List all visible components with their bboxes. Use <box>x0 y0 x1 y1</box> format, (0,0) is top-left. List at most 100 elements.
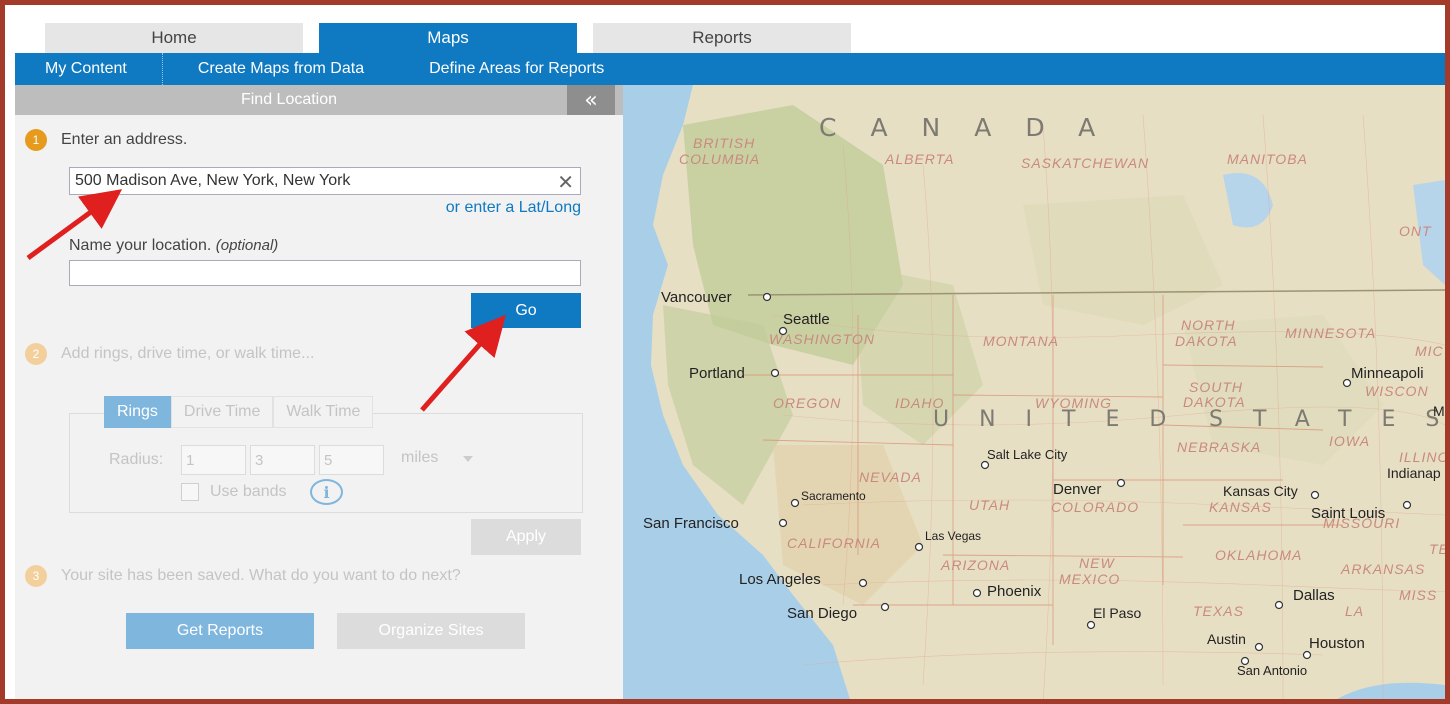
name-location-label-text: Name your location. <box>69 237 212 254</box>
region-label: SASKATCHEWAN <box>1021 155 1150 171</box>
tab-home[interactable]: Home <box>45 23 303 53</box>
radius-field-2[interactable]: 3 <box>250 445 315 475</box>
map-basemap <box>623 85 1445 699</box>
region-label: TE <box>1429 541 1445 557</box>
step-2-text: Add rings, drive time, or walk time... <box>61 345 315 362</box>
step-1-text: Enter an address. <box>61 131 188 148</box>
city-label-san-antonio: San Antonio <box>1237 663 1308 678</box>
tab-walk-time[interactable]: Walk Time <box>273 396 374 428</box>
city-label-kansas-city: Kansas City <box>1223 483 1298 499</box>
region-label: WYOMING <box>1035 395 1112 411</box>
city-label-phoenix: Phoenix <box>987 583 1042 600</box>
clear-icon[interactable]: ✕ <box>557 170 574 194</box>
create-maps-link[interactable]: Create Maps from Data <box>163 53 399 85</box>
tab-drive-time[interactable]: Drive Time <box>170 396 274 428</box>
city-label-dallas: Dallas <box>1293 587 1335 604</box>
region-label: CALIFORNIA <box>787 535 882 551</box>
find-location-panel: Find Location « 1 Enter an address. 500 … <box>15 85 623 699</box>
region-label: NEBRASKA <box>1177 439 1262 455</box>
name-location-label: Name your location. (optional) <box>69 237 278 255</box>
city-label-indianapolis: Indianap <box>1387 465 1441 481</box>
city-label: M <box>1433 403 1445 419</box>
screenshot-frame: Home Maps Reports My Content Create Maps… <box>0 0 1450 704</box>
units-select[interactable]: miles <box>401 449 438 467</box>
region-label: TEXAS <box>1193 603 1244 619</box>
use-bands-label: Use bands <box>210 483 287 500</box>
region-label: MEXICO <box>1059 571 1121 587</box>
get-reports-button[interactable]: Get Reports <box>126 613 314 649</box>
region-label: NEW <box>1079 555 1115 571</box>
city-label-saint-louis: Saint Louis <box>1311 505 1386 522</box>
organize-sites-button[interactable]: Organize Sites <box>337 613 525 649</box>
step-2-number: 2 <box>25 343 47 365</box>
region-label: COLUMBIA <box>679 151 761 167</box>
region-label: NORTH <box>1181 317 1236 333</box>
optional-label: (optional) <box>215 237 279 254</box>
city-label-san-diego: San Diego <box>787 605 858 622</box>
main-tabs: Home Maps Reports <box>45 23 851 53</box>
region-label: MIC <box>1415 343 1444 359</box>
location-name-input[interactable] <box>69 260 581 286</box>
map-view[interactable]: CANADA BRITISH COLUMBIA ALBERTA SASKATCH… <box>623 85 1445 699</box>
region-label: COLORADO <box>1051 499 1140 515</box>
ring-type-tabs: Rings Drive Time Walk Time <box>104 396 374 428</box>
double-chevron-left-icon: « <box>584 87 598 113</box>
my-content-link[interactable]: My Content <box>15 53 163 85</box>
use-bands-checkbox[interactable] <box>181 483 199 501</box>
region-label: MONTANA <box>983 333 1059 349</box>
chevron-down-icon[interactable] <box>463 456 473 462</box>
panel-header: Find Location « <box>15 85 623 115</box>
city-label-houston: Houston <box>1309 635 1365 652</box>
region-label: WISCON <box>1365 383 1429 399</box>
region-label: UTAH <box>969 497 1011 513</box>
info-icon[interactable]: i <box>310 479 343 505</box>
region-label: ARIZONA <box>941 557 1011 573</box>
region-label: ALBERTA <box>885 151 955 167</box>
address-input[interactable]: 500 Madison Ave, New York, New York ✕ <box>69 167 581 195</box>
city-label-sacramento: Sacramento <box>801 489 866 503</box>
city-label-seattle: Seattle <box>783 311 830 328</box>
tab-rings[interactable]: Rings <box>104 396 171 428</box>
region-label: IOWA <box>1329 433 1371 449</box>
apply-button[interactable]: Apply <box>471 519 581 555</box>
region-label: ILLINO <box>1399 449 1445 465</box>
city-label-vancouver: Vancouver <box>661 289 732 306</box>
region-label: MANITOBA <box>1227 151 1308 167</box>
city-label-austin: Austin <box>1207 631 1246 647</box>
step-3: 3 Your site has been saved. What do you … <box>25 565 461 587</box>
address-value: 500 Madison Ave, New York, New York <box>75 172 351 189</box>
lat-long-link[interactable]: or enter a Lat/Long <box>446 199 581 217</box>
step-1-number: 1 <box>25 129 47 151</box>
region-label: LA <box>1345 603 1365 619</box>
panel-title: Find Location <box>240 91 338 108</box>
city-label-portland: Portland <box>689 365 745 382</box>
region-label: DAKOTA <box>1175 333 1238 349</box>
region-label: ONT <box>1399 223 1432 239</box>
city-label-las-vegas: Las Vegas <box>925 529 982 543</box>
region-label: ARKANSAS <box>1341 561 1426 577</box>
region-label: OKLAHOMA <box>1215 547 1303 563</box>
tab-reports[interactable]: Reports <box>593 23 851 53</box>
city-label-minneapolis: Minneapoli <box>1351 365 1424 382</box>
country-label-canada: CANADA <box>819 113 1130 142</box>
go-button[interactable]: Go <box>471 293 581 328</box>
tab-maps[interactable]: Maps <box>319 23 577 53</box>
step-3-number: 3 <box>25 565 47 587</box>
radius-field-1[interactable]: 1 <box>181 445 246 475</box>
step-3-text: Your site has been saved. What do you wa… <box>61 567 461 584</box>
region-label: MINNESOTA <box>1285 325 1377 341</box>
city-label-denver: Denver <box>1053 481 1102 498</box>
region-label: BRITISH <box>693 135 756 151</box>
region-label: NEVADA <box>859 469 922 485</box>
radius-field-3[interactable]: 5 <box>319 445 384 475</box>
define-areas-link[interactable]: Define Areas for Reports <box>399 53 634 85</box>
sub-navigation: My Content Create Maps from Data Define … <box>15 53 1445 85</box>
region-label: DAKOTA <box>1183 394 1246 410</box>
city-label-los-angeles: Los Angeles <box>739 571 821 588</box>
region-label: IDAHO <box>895 395 945 411</box>
city-label-salt-lake-city: Salt Lake City <box>987 447 1068 462</box>
collapse-panel-button[interactable]: « <box>567 85 615 115</box>
step-2: 2 Add rings, drive time, or walk time... <box>25 343 314 365</box>
region-label: WASHINGTON <box>769 331 875 347</box>
radius-label: Radius: <box>109 451 164 468</box>
